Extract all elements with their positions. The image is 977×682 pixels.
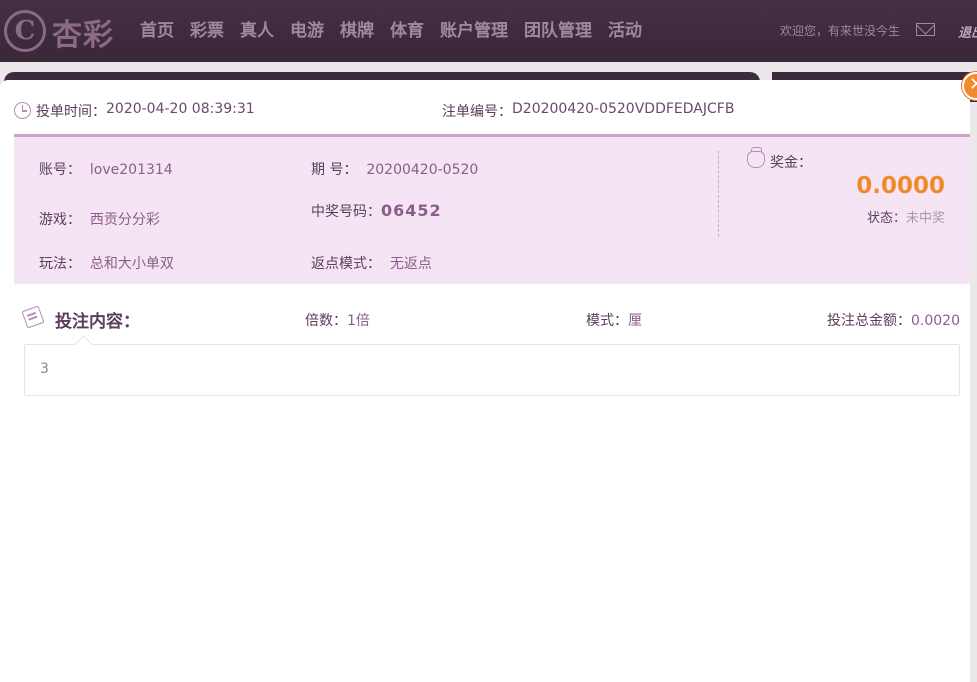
period-field: 期 号： 20200420-0520 bbox=[311, 159, 478, 179]
status-label: 状态： bbox=[866, 211, 906, 226]
prize-value: 0.0000 bbox=[856, 173, 945, 199]
win-code-field: 中奖号码：06452 bbox=[311, 201, 442, 221]
win-code-value: 06452 bbox=[381, 201, 442, 220]
play-label: 玩法： bbox=[39, 256, 81, 272]
nav-team[interactable]: 团队管理 bbox=[524, 16, 592, 41]
divider bbox=[718, 151, 719, 237]
clock-icon bbox=[14, 102, 31, 119]
bet-info-panel: 账号： love201314 游戏： 西贡分分彩 玩法： 总和大小单双 期 号：… bbox=[14, 134, 970, 284]
bet-content-box: 3 bbox=[24, 344, 960, 396]
logo[interactable]: C 杏彩 bbox=[4, 8, 116, 53]
total-value: 0.0020 bbox=[911, 313, 960, 329]
play-value: 总和大小单双 bbox=[89, 256, 174, 272]
account-value: love201314 bbox=[89, 162, 173, 178]
money-bag-icon bbox=[747, 147, 765, 168]
mode-label: 模式： bbox=[586, 313, 628, 329]
rebate-value: 无返点 bbox=[389, 256, 432, 272]
period-value: 20200420-0520 bbox=[366, 162, 479, 178]
bet-time-label: 投单时间： bbox=[36, 104, 106, 120]
logo-mark: C bbox=[4, 10, 46, 52]
rebate-label: 返点模式： bbox=[311, 256, 381, 272]
play-field: 玩法： 总和大小单双 bbox=[39, 253, 174, 273]
welcome-text: 欢迎您，有来世没今生 bbox=[780, 24, 901, 38]
mode-field: 模式：厘 bbox=[586, 310, 642, 330]
status-value: 未中奖 bbox=[905, 211, 945, 226]
bet-content-header: 投注内容： 倍数：1倍 模式：厘 投注总金额：0.0020 bbox=[21, 304, 962, 334]
game-field: 游戏： 西贡分分彩 bbox=[39, 209, 160, 229]
nav-home[interactable]: 首页 bbox=[140, 16, 174, 41]
game-label: 游戏： bbox=[39, 212, 81, 228]
status-field: 状态：未中奖 bbox=[804, 207, 945, 226]
account-label: 账号： bbox=[39, 162, 81, 178]
zigzag-edge bbox=[14, 280, 970, 288]
total-label: 投注总金额： bbox=[827, 313, 911, 329]
nav-slots[interactable]: 电游 bbox=[290, 16, 324, 41]
multiple-value: 1倍 bbox=[347, 313, 370, 329]
nav-live[interactable]: 真人 bbox=[240, 16, 274, 41]
logo-text: 杏彩 bbox=[52, 18, 114, 53]
order-no-label: 注单编号： bbox=[442, 104, 512, 120]
nav-lottery[interactable]: 彩票 bbox=[190, 16, 224, 41]
nav-sports[interactable]: 体育 bbox=[390, 16, 424, 41]
nav-cards[interactable]: 棋牌 bbox=[340, 16, 374, 41]
nav-events[interactable]: 活动 bbox=[608, 16, 642, 41]
bet-content: 3 bbox=[40, 361, 49, 377]
nav-account[interactable]: 账户管理 bbox=[440, 16, 508, 41]
bet-detail-modal: 投单时间： 2020-04-20 08:39:31 注单编号： D2020042… bbox=[0, 80, 970, 682]
content-title: 投注内容： bbox=[55, 312, 140, 332]
account-field: 账号： love201314 bbox=[39, 159, 173, 179]
rebate-field: 返点模式： 无返点 bbox=[311, 253, 432, 273]
top-bar: C 杏彩 首页 彩票 真人 电游 棋牌 体育 账户管理 团队管理 活动 欢迎您，… bbox=[0, 0, 977, 62]
bet-time: 2020-04-20 08:39:31 bbox=[106, 101, 255, 117]
mail-icon[interactable] bbox=[916, 23, 935, 36]
main-nav: 首页 彩票 真人 电游 棋牌 体育 账户管理 团队管理 活动 bbox=[140, 16, 658, 41]
note-icon bbox=[21, 305, 45, 329]
win-code-label: 中奖号码： bbox=[311, 204, 381, 220]
prize-label: 奖金： bbox=[770, 155, 812, 171]
period-label: 期 号： bbox=[311, 162, 358, 178]
bet-header-row: 投单时间： 2020-04-20 08:39:31 注单编号： D2020042… bbox=[14, 100, 964, 122]
game-value: 西贡分分彩 bbox=[89, 212, 160, 228]
multiple-label: 倍数： bbox=[305, 313, 347, 329]
logout-link[interactable]: 退出 bbox=[958, 22, 977, 41]
multiple-field: 倍数：1倍 bbox=[305, 310, 370, 330]
total-field: 投注总金额：0.0020 bbox=[827, 310, 960, 330]
order-no: D20200420-0520VDDFEDAJCFB bbox=[512, 101, 735, 117]
mode-value: 厘 bbox=[628, 313, 642, 329]
